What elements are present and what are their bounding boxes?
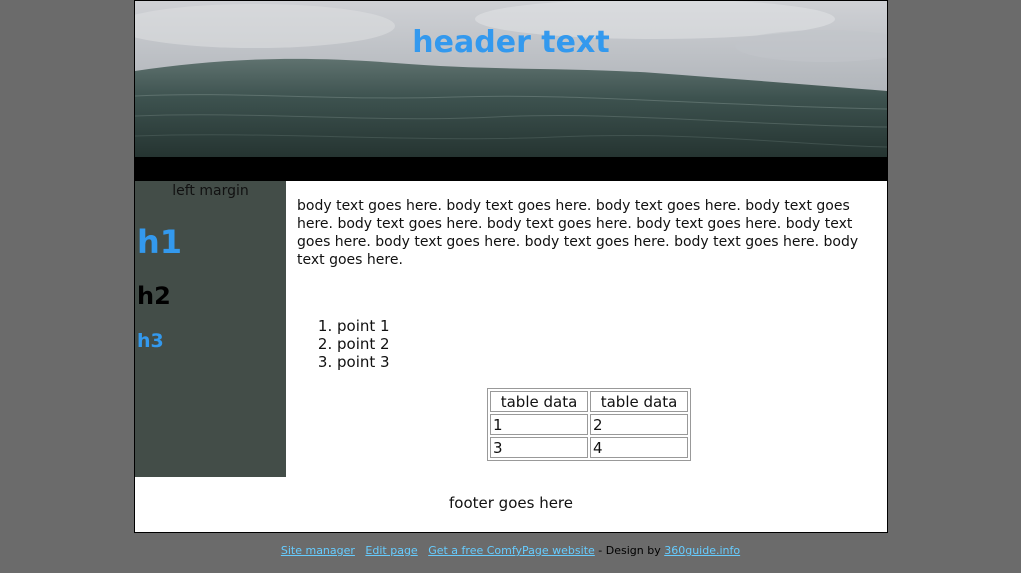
heading-1: h1 [137, 223, 183, 261]
site-manager-link[interactable]: Site manager [281, 544, 355, 557]
list-item: point 1 [337, 317, 390, 335]
list-item: point 2 [337, 335, 390, 353]
heading-3: h3 [137, 330, 164, 352]
heading-2: h2 [137, 282, 171, 310]
bottom-links-bar: Site manager Edit page Get a free ComfyP… [0, 544, 1021, 557]
table-cell: 4 [590, 437, 688, 458]
table-cell: 3 [490, 437, 588, 458]
page-container: header text left margin h1 h2 h3 body te… [134, 0, 888, 533]
table-header-row: table data table data [490, 391, 688, 412]
header-divider-bar [135, 157, 887, 181]
table-row: 3 4 [490, 437, 688, 458]
edit-page-link[interactable]: Edit page [365, 544, 417, 557]
footer-text: footer goes here [449, 494, 573, 512]
header-title: header text [412, 25, 610, 60]
header-banner: header text [135, 1, 887, 157]
designer-link[interactable]: 360guide.info [664, 544, 740, 557]
table-header-cell: table data [590, 391, 688, 412]
body-text: body text goes here. body text goes here… [297, 198, 859, 268]
data-table: table data table data 1 2 3 4 [487, 388, 691, 461]
list-item: point 3 [337, 353, 390, 371]
free-site-link[interactable]: Get a free ComfyPage website [428, 544, 595, 557]
table-header-cell: table data [490, 391, 588, 412]
table-row: 1 2 [490, 414, 688, 435]
left-margin-column: left margin h1 h2 h3 [135, 181, 286, 477]
points-list: point 1 point 2 point 3 [297, 317, 390, 371]
table-cell: 1 [490, 414, 588, 435]
design-by-text: - Design by [594, 544, 665, 557]
left-margin-label: left margin [172, 183, 249, 199]
table-cell: 2 [590, 414, 688, 435]
